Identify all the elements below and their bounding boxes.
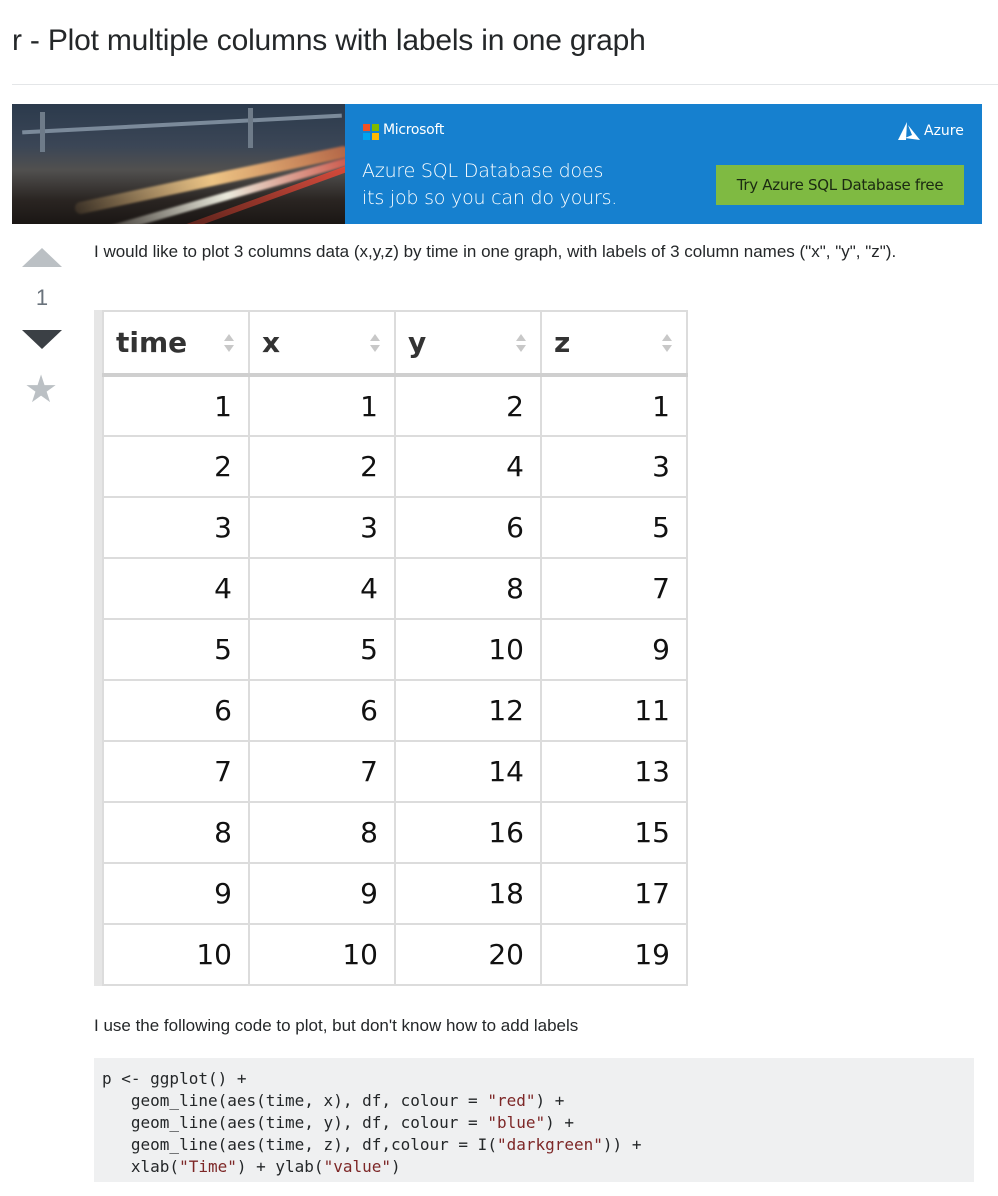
ad-brand: Microsoft: [383, 122, 445, 138]
star-icon[interactable]: ★: [24, 369, 58, 409]
table-row: 9 9 18 17: [102, 862, 688, 925]
table-cell-time: 4: [102, 557, 250, 620]
table-row: 3365: [102, 496, 688, 559]
table-cell-y: 18: [394, 862, 542, 925]
table-cell-y: 20: [394, 923, 542, 986]
table-row: 6 6 12 11: [102, 679, 688, 742]
table-cell-z: 17: [540, 862, 688, 925]
table-cell-x: 1: [248, 374, 396, 437]
table-row: 2243: [102, 435, 688, 498]
table-cell-x: 9: [248, 862, 396, 925]
azure-logo-icon: [898, 122, 920, 140]
table-body: 1 1 2 1 2 2 4 3 3 3 6 5 4 4 8 7 5 5 10 9 6 6 12 11 7 7 14 13 8 8 16 15 9…: [102, 374, 688, 986]
table-row: 10 10 20 19: [102, 923, 688, 986]
ad-cta-button[interactable]: Try Azure SQL Database free: [716, 165, 964, 205]
vote-count: 1: [35, 285, 49, 310]
ad-headline-line2: its job so you can do yours.: [362, 187, 618, 209]
column-header-label: x: [262, 326, 281, 359]
table-cell-y: 4: [394, 435, 542, 498]
table-cell-x: 4: [248, 557, 396, 620]
column-header-label: z: [554, 326, 571, 359]
table-cell-time: 6: [102, 679, 250, 742]
sort-arrows-icon[interactable]: [224, 334, 234, 356]
sort-arrows-icon[interactable]: [370, 334, 380, 356]
table-cell-y: 6: [394, 496, 542, 559]
table-cell-time: 8: [102, 801, 250, 864]
table-cell-z: 5: [540, 496, 688, 559]
table-cell-x: 6: [248, 679, 396, 742]
code-line: geom_line(aes(time, x), df, colour = "re…: [102, 1091, 565, 1110]
table-cell-y: 14: [394, 740, 542, 803]
code-line: p <- ggplot() +: [102, 1069, 247, 1088]
table-cell-z: 7: [540, 557, 688, 620]
table-left-border: [94, 310, 102, 986]
table-cell-z: 3: [540, 435, 688, 498]
table-cell-time: 9: [102, 862, 250, 925]
table-cell-z: 9: [540, 618, 688, 681]
ad-photo-bridge-night: [12, 104, 345, 224]
table-cell-y: 8: [394, 557, 542, 620]
column-header-x[interactable]: x: [248, 310, 396, 377]
table-cell-time: 5: [102, 618, 250, 681]
table-cell-x: 8: [248, 801, 396, 864]
ad-headline-line1: Azure SQL Database does: [362, 160, 604, 182]
column-header-y[interactable]: y: [394, 310, 542, 377]
table-cell-time: 10: [102, 923, 250, 986]
table-row: 5 5 10 9: [102, 618, 688, 681]
table-header-row: time x y z: [102, 310, 688, 377]
table-row: 1121: [102, 374, 688, 437]
table-cell-y: 2: [394, 374, 542, 437]
column-header-label: y: [408, 326, 427, 359]
ad-product: Azure: [924, 123, 964, 139]
sort-arrows-icon[interactable]: [516, 334, 526, 356]
table-cell-z: 1: [540, 374, 688, 437]
ad-banner[interactable]: Microsoft Azure SQL Database does its jo…: [12, 104, 982, 224]
title-divider: [12, 84, 998, 85]
table-cell-y: 10: [394, 618, 542, 681]
table-cell-x: 3: [248, 496, 396, 559]
table-cell-z: 11: [540, 679, 688, 742]
question-body-code-intro: I use the following code to plot, but do…: [94, 1016, 579, 1035]
table-cell-x: 2: [248, 435, 396, 498]
table-cell-z: 15: [540, 801, 688, 864]
ad-headline: Azure SQL Database does its job so you c…: [362, 158, 617, 212]
table-cell-y: 12: [394, 679, 542, 742]
sort-arrows-icon[interactable]: [662, 334, 672, 356]
table-cell-x: 7: [248, 740, 396, 803]
microsoft-logo-icon: [363, 124, 379, 140]
table-cell-time: 2: [102, 435, 250, 498]
table-row: 8 8 16 15: [102, 801, 688, 864]
downvote-arrow-icon[interactable]: [22, 330, 62, 349]
column-header-time[interactable]: time: [102, 310, 250, 377]
table-row: 4487: [102, 557, 688, 620]
code-line: geom_line(aes(time, z), df,colour = I("d…: [102, 1135, 642, 1154]
upvote-arrow-icon[interactable]: [22, 248, 62, 267]
table-cell-time: 1: [102, 374, 250, 437]
table-cell-y: 16: [394, 801, 542, 864]
question-title[interactable]: r - Plot multiple columns with labels in…: [12, 24, 646, 58]
column-header-label: time: [116, 326, 188, 359]
table-cell-z: 13: [540, 740, 688, 803]
table-cell-x: 5: [248, 618, 396, 681]
table-cell-z: 19: [540, 923, 688, 986]
question-body-intro: I would like to plot 3 columns data (x,y…: [94, 242, 897, 261]
table-row: 7 7 14 13: [102, 740, 688, 803]
table-cell-time: 7: [102, 740, 250, 803]
data-table-image: time x y z 1 1 2 1 2 2 4 3 3 3 6 5 4 4 8 7 5 5 10 9 6 6 12 11 7 7 14 1…: [94, 310, 690, 986]
data-table: time x y z 1 1 2 1 2 2 4 3 3 3 6 5 4 4 8 7 5 5 10 9 6 6 12 11 7 7 14 1…: [102, 310, 688, 986]
table-cell-x: 10: [248, 923, 396, 986]
code-block[interactable]: p <- ggplot() + geom_line(aes(time, x), …: [94, 1058, 974, 1182]
code-line: xlab("Time") + ylab("value"): [102, 1157, 401, 1176]
table-cell-time: 3: [102, 496, 250, 559]
code-line: geom_line(aes(time, y), df, colour = "bl…: [102, 1113, 575, 1132]
column-header-z[interactable]: z: [540, 310, 688, 377]
